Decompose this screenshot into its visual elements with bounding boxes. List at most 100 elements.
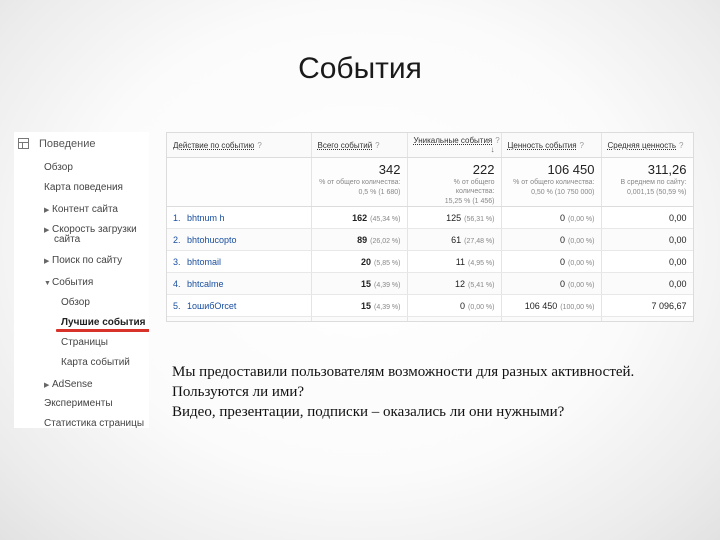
help-icon[interactable]: ? bbox=[580, 141, 584, 150]
event-cell: 2. bhtohucopto bbox=[167, 228, 312, 251]
row-index: 1. bbox=[173, 212, 181, 223]
slide-title: События bbox=[298, 52, 422, 85]
triangle-right-icon[interactable]: ▶ bbox=[44, 380, 52, 392]
sidebar-item-label: События bbox=[52, 277, 94, 288]
event-link[interactable]: 1ошибОrcet bbox=[187, 301, 236, 311]
totals-cell bbox=[167, 157, 312, 207]
totals-cell: 342% от общего количества: 0,5 % (1 680) bbox=[311, 157, 408, 207]
slide-body-text: Мы предоставили пользователям возможност… bbox=[172, 362, 712, 422]
sidebar-item-label: Обзор bbox=[61, 297, 90, 308]
table-row: 1. bhtnum h 162 (45,34 %) 125 (56,31 %) 0 (0,00… bbox=[167, 206, 693, 229]
sidebar-item[interactable]: ▶ Контент сайта bbox=[44, 204, 118, 217]
unique-cell: 11 (4,95 %) bbox=[407, 250, 502, 273]
table-row: 5. 1ошибОrcet 15 (4,39 %) 0 (0,00 %) 106 450 (1… bbox=[167, 294, 693, 317]
sidebar-item[interactable]: Обзор bbox=[61, 297, 90, 309]
sidebar-item[interactable]: Страницы bbox=[61, 337, 108, 349]
value-cell: 0(0,00 %) bbox=[501, 316, 602, 321]
sidebar-item[interactable]: ▶ Поиск по сайту bbox=[44, 255, 122, 268]
row-index: 5. bbox=[173, 300, 181, 311]
col-total-events[interactable]: Всего событий? bbox=[311, 133, 408, 158]
body-line: Мы предоставили пользователям возможност… bbox=[172, 364, 635, 380]
unique-cell: 125 (56,31 %) bbox=[407, 206, 502, 229]
event-link[interactable]: bhtohucopto bbox=[187, 235, 237, 245]
value-cell: 106 450 (100,00 %) bbox=[501, 294, 602, 317]
sidebar-item-label: Эксперименты bbox=[44, 398, 113, 409]
value-cell: 0(0,00 %) bbox=[501, 206, 602, 229]
table-header-row: Действие по событию? Всего событий? Уник… bbox=[167, 133, 693, 158]
event-link[interactable]: bhtnum h bbox=[187, 213, 225, 223]
triangle-right-icon[interactable]: ▶ bbox=[44, 225, 52, 237]
totals-cell: 311,26 В среднем по сайту: 0,001,15 (50,59… bbox=[601, 157, 693, 207]
sidebar-item-label: Контент сайта bbox=[52, 204, 118, 215]
unique-cell: 12 (5,41 %) bbox=[407, 272, 502, 295]
sidebar-item[interactable]: сайта bbox=[54, 234, 80, 246]
active-item-underline bbox=[56, 329, 149, 332]
sidebar-item[interactable]: Эксперименты bbox=[44, 398, 113, 410]
avg-cell: 0,00 bbox=[601, 228, 693, 251]
avg-cell: 0,00 bbox=[601, 316, 693, 321]
body-line: Пользуются ли ими? bbox=[172, 384, 305, 400]
event-cell: 4. bhtcalme bbox=[167, 272, 312, 295]
sidebar-item[interactable]: Карта поведения bbox=[44, 182, 123, 194]
sidebar-item[interactable]: ▶ AdSense bbox=[44, 379, 93, 392]
triangle-down-icon[interactable]: ▼ bbox=[44, 278, 52, 290]
event-link[interactable]: bhtomail bbox=[187, 257, 221, 267]
sort-arrow-icon[interactable]: ↓ bbox=[491, 145, 495, 154]
col-unique-events[interactable]: Уникальные события? ↓ bbox=[407, 133, 502, 158]
total-cell: 15 (4,39 %) bbox=[311, 294, 408, 317]
unique-cell: 0 (0,00 %) bbox=[407, 294, 502, 317]
table-row: 2. bhtohucopto 89 (26,02 %) 61 (27,48 %) 0 (0,0… bbox=[167, 228, 693, 251]
event-cell: 5. 1ошибОrcet bbox=[167, 294, 312, 317]
total-cell: 15 (4,39 %) bbox=[311, 272, 408, 295]
sidebar-item-label: Страницы bbox=[61, 337, 108, 348]
row-index: 2. bbox=[173, 234, 181, 245]
triangle-right-icon[interactable]: ▶ bbox=[44, 205, 52, 217]
event-cell: 1. bhtnum h bbox=[167, 206, 312, 229]
avg-cell: 0,00 bbox=[601, 206, 693, 229]
avg-cell: 0,00 bbox=[601, 250, 693, 273]
row-index: 3. bbox=[173, 256, 181, 267]
sidebar-item-label: Поиск по сайту bbox=[52, 255, 123, 266]
behavior-icon bbox=[18, 138, 29, 149]
avg-cell: 0,00 bbox=[601, 272, 693, 295]
sidebar-item-label: Карта поведения bbox=[44, 182, 123, 193]
sidebar-header[interactable]: Поведение bbox=[18, 138, 96, 150]
sidebar-item-label: Лучшие события bbox=[61, 317, 146, 328]
row-index: 4. bbox=[173, 278, 181, 289]
total-cell: 20 (5,85 %) bbox=[311, 250, 408, 273]
sidebar-item[interactable]: Карта событий bbox=[61, 357, 130, 369]
value-cell: 0(0,00 %) bbox=[501, 272, 602, 295]
totals-cell: 106 450% от общего количества: 0,50 % (10… bbox=[501, 157, 602, 207]
sidebar-item-label: Обзор bbox=[44, 162, 73, 173]
events-table: Действие по событию? Всего событий? Уник… bbox=[166, 132, 694, 322]
help-icon[interactable]: ? bbox=[375, 141, 379, 150]
total-cell: 162 (45,34 %) bbox=[311, 206, 408, 229]
col-event-action[interactable]: Действие по событию? bbox=[167, 133, 312, 158]
value-cell: 0(0,00 %) bbox=[501, 228, 602, 251]
sidebar-item-label: сайта bbox=[54, 234, 81, 245]
event-link[interactable]: bhtcalme bbox=[187, 279, 224, 289]
triangle-right-icon[interactable]: ▶ bbox=[44, 256, 52, 268]
avg-cell: 7 096,67 bbox=[601, 294, 693, 317]
col-avg-value[interactable]: Средняя ценность? bbox=[601, 133, 693, 158]
sidebar-item[interactable]: Статистика страницы bbox=[44, 418, 144, 428]
sidebar-item[interactable]: Обзор bbox=[44, 162, 73, 174]
sidebar-item-label: AdSense bbox=[52, 379, 93, 390]
unique-cell: 5(2,25 %) bbox=[407, 316, 502, 321]
sidebar-nav: Поведение Обзор Карта поведения ▶ Контент с… bbox=[14, 132, 149, 428]
totals-cell: 222% от общего количества: 15,25 % (1 456… bbox=[407, 157, 502, 207]
sidebar-item-label: Карта событий bbox=[61, 357, 130, 368]
table-row: 3. bhtomail 20 (5,85 %) 11 (4,95 %) 0 (0,00 %) 0… bbox=[167, 250, 693, 273]
body-line: Видео, презентации, подписки – оказались… bbox=[172, 404, 565, 420]
sidebar-item-label: Статистика страницы bbox=[44, 418, 145, 428]
total-cell: 89 (26,02 %) bbox=[311, 228, 408, 251]
sidebar-item[interactable]: Лучшие события bbox=[61, 317, 145, 329]
table-row: 4. bhtcalme 15 (4,39 %) 12 (5,41 %) 0 (0,00 %) 0… bbox=[167, 272, 693, 295]
col-event-value[interactable]: Ценность события? bbox=[501, 133, 602, 158]
event-cell: 6.bhtomailsend bbox=[167, 316, 312, 321]
help-icon[interactable]: ? bbox=[495, 136, 499, 145]
value-cell: 0(0,00 %) bbox=[501, 250, 602, 273]
help-icon[interactable]: ? bbox=[257, 141, 261, 150]
sidebar-item[interactable]: ▼События bbox=[44, 277, 93, 290]
help-icon[interactable]: ? bbox=[679, 141, 683, 150]
